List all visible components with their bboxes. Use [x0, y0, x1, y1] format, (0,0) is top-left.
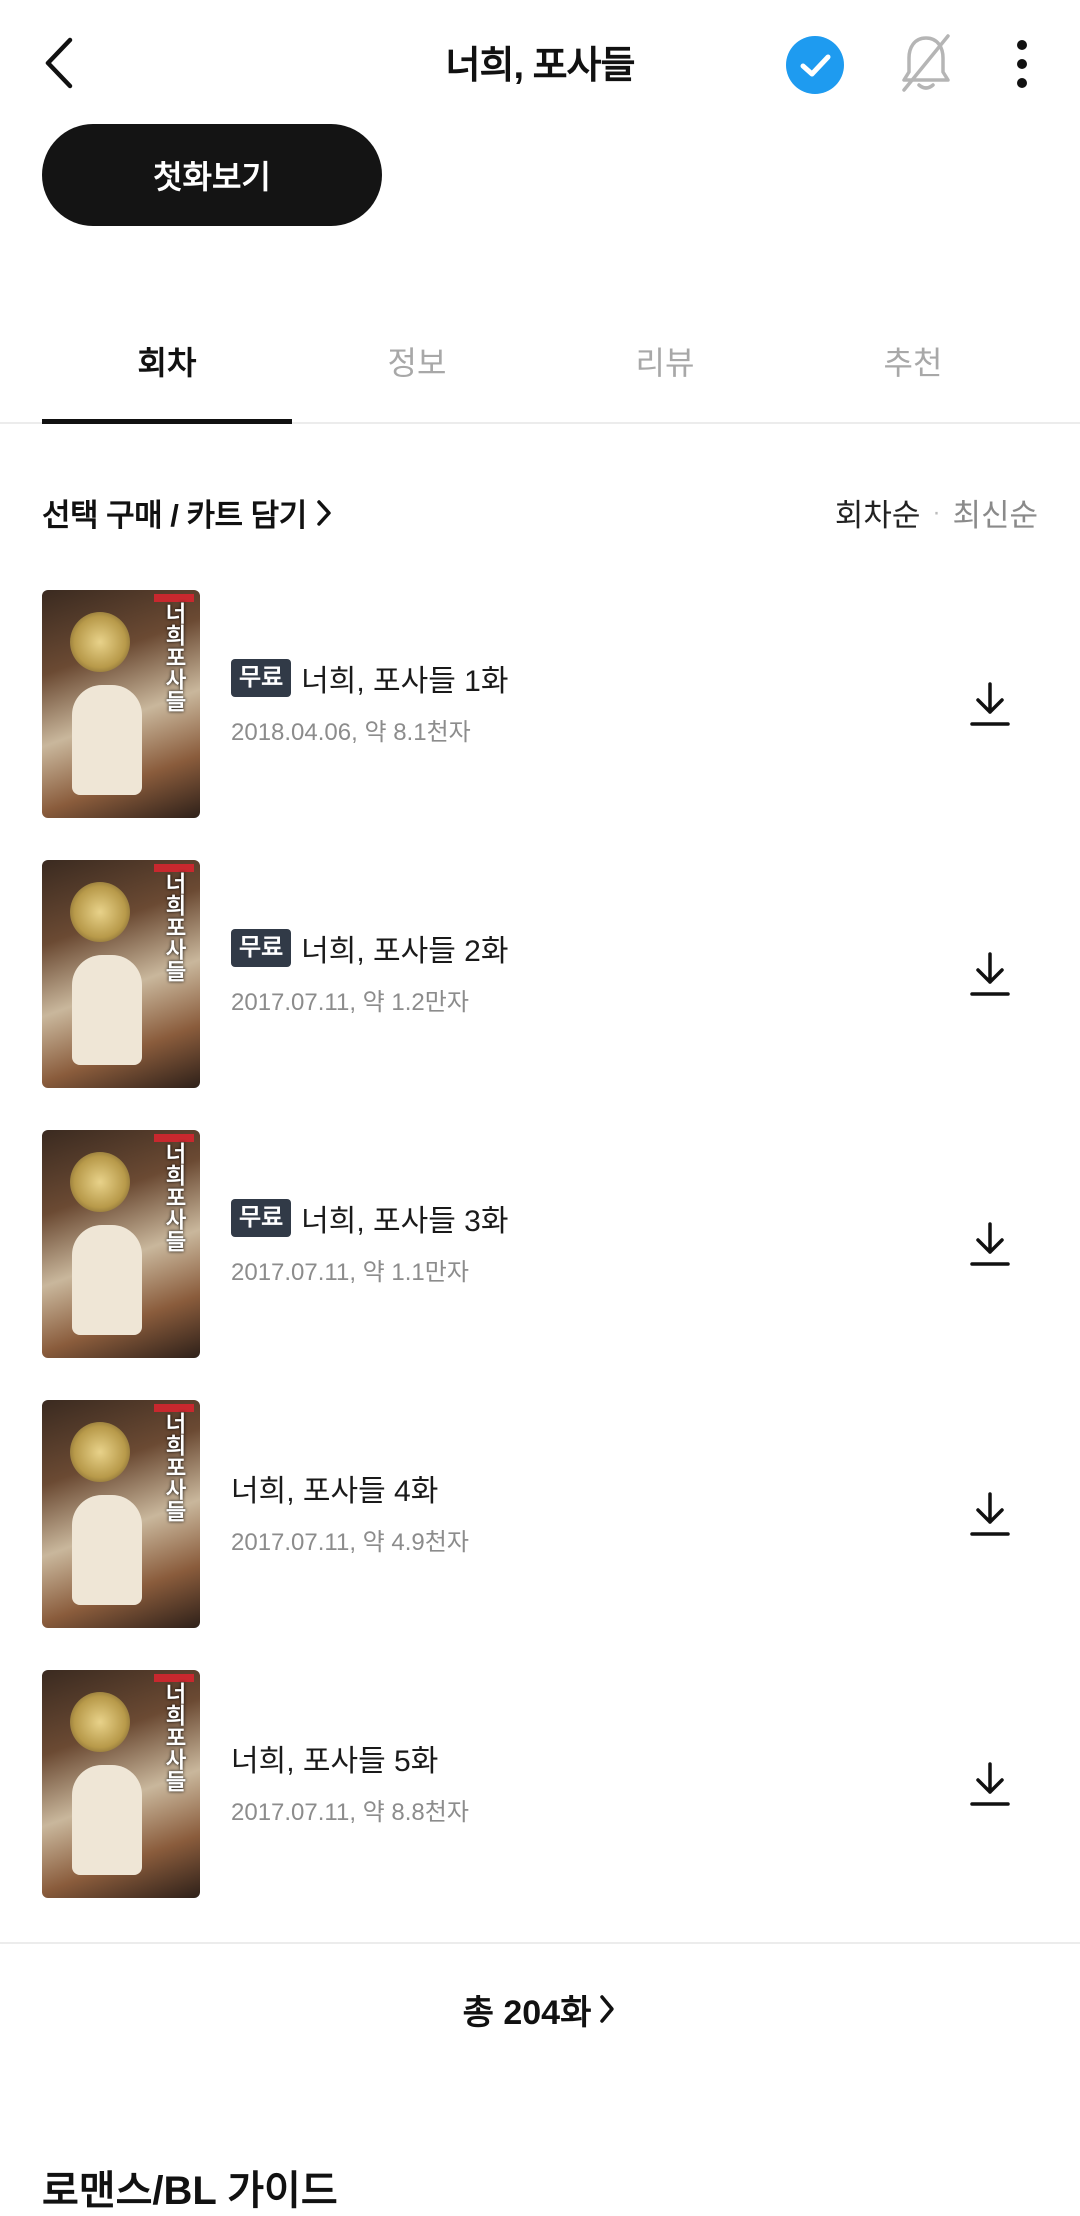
episode-row[interactable]: 너희포사들 무료 너희, 포사들 3화 2017.07.11, 약 1.1만자: [0, 1130, 1080, 1400]
download-icon[interactable]: [968, 1220, 1012, 1268]
tab-info[interactable]: 정보: [292, 300, 542, 422]
tab-episodes[interactable]: 회차: [42, 300, 292, 424]
free-badge: 무료: [231, 929, 292, 967]
tab-recommend[interactable]: 추천: [788, 300, 1038, 422]
free-badge: 무료: [231, 659, 292, 697]
episode-title: 너희, 포사들 2화: [301, 935, 509, 968]
total-episodes-label: 총 204화: [462, 1993, 592, 2032]
episode-meta: 2018.04.06, 약 8.1천자: [231, 719, 471, 746]
episode-thumbnail: 너희포사들: [42, 1130, 200, 1358]
total-episodes-link[interactable]: 총 204화: [0, 1982, 1080, 2036]
episode-title: 너희, 포사들 1화: [301, 665, 509, 698]
top-bar: 너희, 포사들: [0, 0, 1080, 126]
sort-episode-order[interactable]: 회차순: [835, 490, 921, 535]
episode-meta: 2017.07.11, 약 1.2만자: [231, 989, 469, 1016]
episode-title: 너희, 포사들 5화: [231, 1745, 439, 1778]
chevron-right-icon: [316, 499, 331, 526]
episode-row[interactable]: 너희포사들 무료 너희, 포사들 2화 2017.07.11, 약 1.2만자: [0, 860, 1080, 1130]
episode-thumbnail: 너희포사들: [42, 590, 200, 818]
download-icon[interactable]: [968, 680, 1012, 728]
episode-thumbnail: 너희포사들: [42, 860, 200, 1088]
select-cart-label: 선택 구매 / 카트 담기: [42, 498, 307, 533]
download-icon[interactable]: [968, 950, 1012, 998]
divider: [0, 1942, 1080, 1944]
episode-thumbnail: 너희포사들: [42, 1670, 200, 1898]
episode-row[interactable]: 너희포사들 너희, 포사들 4화 2017.07.11, 약 4.9천자: [0, 1400, 1080, 1670]
tab-bar: 회차 정보 리뷰 추천: [0, 300, 1080, 424]
list-toolbar: 선택 구매 / 카트 담기 회차순 · 최신순: [42, 490, 1038, 542]
notification-off-icon[interactable]: [898, 30, 954, 96]
select-cart-link[interactable]: 선택 구매 / 카트 담기: [42, 490, 333, 535]
sort-latest[interactable]: 최신순: [952, 490, 1038, 535]
free-badge: 무료: [231, 1199, 292, 1237]
chevron-right-icon: [600, 1995, 615, 2023]
episode-row[interactable]: 너희포사들 무료 너희, 포사들 1화 2018.04.06, 약 8.1천자: [0, 590, 1080, 860]
episode-meta: 2017.07.11, 약 1.1만자: [231, 1259, 469, 1286]
episode-thumbnail: 너희포사들: [42, 1400, 200, 1628]
download-icon[interactable]: [968, 1760, 1012, 1808]
episode-title: 너희, 포사들 3화: [301, 1205, 509, 1238]
more-options-icon[interactable]: [1004, 38, 1040, 90]
sort-options: 회차순 · 최신순: [835, 490, 1038, 535]
episode-meta: 2017.07.11, 약 4.9천자: [231, 1529, 469, 1556]
episode-list: 너희포사들 무료 너희, 포사들 1화 2018.04.06, 약 8.1천자 …: [0, 590, 1080, 1940]
episode-row[interactable]: 너희포사들 너희, 포사들 5화 2017.07.11, 약 8.8천자: [0, 1670, 1080, 1940]
subscribed-check-icon[interactable]: [786, 36, 844, 94]
tab-reviews[interactable]: 리뷰: [540, 300, 790, 422]
download-icon[interactable]: [968, 1490, 1012, 1538]
sort-separator: ·: [932, 498, 941, 526]
episode-meta: 2017.07.11, 약 8.8천자: [231, 1799, 469, 1826]
first-episode-button[interactable]: 첫화보기: [42, 124, 382, 226]
section-title: 로맨스/BL 가이드: [42, 2169, 338, 2213]
episode-title: 너희, 포사들 4화: [231, 1475, 439, 1508]
